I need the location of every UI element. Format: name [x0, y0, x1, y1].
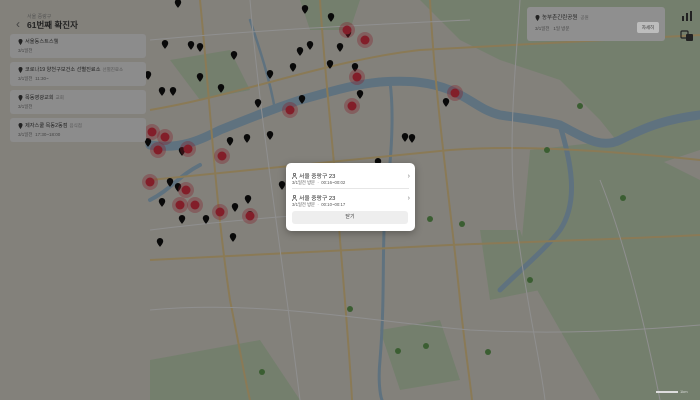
map-scale: 1km [656, 389, 688, 394]
visit-date-time: 3/1일전 11:30~ [18, 76, 49, 82]
visit-tag: 음식점 [69, 123, 82, 128]
place-info-card[interactable]: 농부촌긴린공원 공원 3/1일전 1일 방문 자세히 [527, 7, 665, 41]
pin-icon [535, 14, 540, 21]
visit-name-text: 코로나19 양천구보건소 선별진료소 [25, 67, 101, 73]
case-time: 00:10~00:17 [321, 202, 346, 207]
visit-tag: 교회 [55, 95, 64, 100]
chevron-left-icon[interactable]: ‹ [11, 17, 25, 31]
visit-name: 코로나19 양천구보건소 선별진료소 선별진료소 [18, 66, 123, 73]
case-date: 3/1일전 방문 [292, 180, 315, 185]
visit-name: 제자스쿨 목동2동점 음식점 [18, 122, 82, 129]
chart-icon[interactable] [680, 9, 694, 23]
person-icon [292, 195, 297, 202]
translate-icon[interactable] [680, 29, 694, 43]
visit-card[interactable]: 서울동스트스웰 3/1일전 [10, 34, 146, 58]
visit-tag: 선별진료소 [102, 67, 124, 72]
pin-icon [18, 66, 23, 73]
case-time: 00:16~00:02 [321, 180, 346, 185]
visit-date: 3/1일전 [18, 48, 33, 53]
pin-icon [18, 94, 23, 101]
close-button[interactable]: 닫기 [292, 211, 408, 224]
chevron-right-icon[interactable]: › [408, 195, 410, 202]
case-visit-info: 3/1일전 방문 · 00:10~00:17 [292, 202, 346, 207]
details-button[interactable]: 자세히 [637, 22, 659, 33]
visit-time: 17:30~18:00 [35, 132, 61, 137]
place-name: 농부촌긴린공원 공원 [535, 13, 589, 21]
case-date: 3/1일전 방문 [292, 202, 315, 207]
place-date: 3/1일전 [535, 26, 550, 31]
case-title: 서울 중랑구 23 [292, 193, 335, 202]
visit-date-time: 3/1일전 17:30~18:00 [18, 132, 60, 138]
map-scale-label: 1km [680, 389, 688, 394]
visit-name-text: 목동영광교회 [25, 95, 54, 101]
place-visit: 1일 방문 [553, 26, 570, 31]
pin-icon [18, 122, 23, 129]
case-list-modal: 서울 중랑구 23 3/1일전 방문 · 00:16~00:02 › 서울 중랑… [286, 163, 415, 231]
place-tag: 공원 [580, 15, 589, 20]
case-title: 서울 중랑구 23 [292, 171, 335, 180]
visit-name-text: 제자스쿨 목동2동점 [25, 123, 68, 129]
visit-name: 목동영광교회 교회 [18, 94, 64, 101]
case-row[interactable]: 서울 중랑구 23 3/1일전 방문 · 00:10~00:17 › [286, 189, 415, 211]
patient-route-panel: ‹ 서울 중랑구 61번째 확진자 서울동스트스웰 3/1일전 코로나19 양천… [5, 5, 146, 145]
person-icon [292, 173, 297, 180]
visit-card[interactable]: 제자스쿨 목동2동점 음식점 3/1일전 17:30~18:00 [10, 118, 146, 142]
visit-date: 3/1일전 [18, 132, 33, 137]
chevron-right-icon[interactable]: › [408, 173, 410, 180]
pin-icon [18, 38, 23, 45]
visit-card[interactable]: 목동영광교회 교회 3/1일전 [10, 90, 146, 114]
place-name-text: 농부촌긴린공원 [542, 15, 578, 21]
visit-name-text: 서울동스트스웰 [25, 39, 59, 45]
visit-name: 서울동스트스웰 [18, 38, 58, 45]
visit-date: 3/1일전 [18, 104, 33, 109]
case-row[interactable]: 서울 중랑구 23 3/1일전 방문 · 00:16~00:02 › [286, 167, 415, 189]
case-visit-info: 3/1일전 방문 · 00:16~00:02 [292, 180, 346, 185]
visit-time: 11:30~ [35, 76, 49, 81]
page-title: 61번째 확진자 [27, 20, 78, 30]
place-visit-info: 3/1일전 1일 방문 [535, 26, 570, 32]
visit-date: 3/1일전 [18, 76, 33, 81]
visit-card[interactable]: 코로나19 양천구보건소 선별진료소 선별진료소 3/1일전 11:30~ [10, 62, 146, 86]
